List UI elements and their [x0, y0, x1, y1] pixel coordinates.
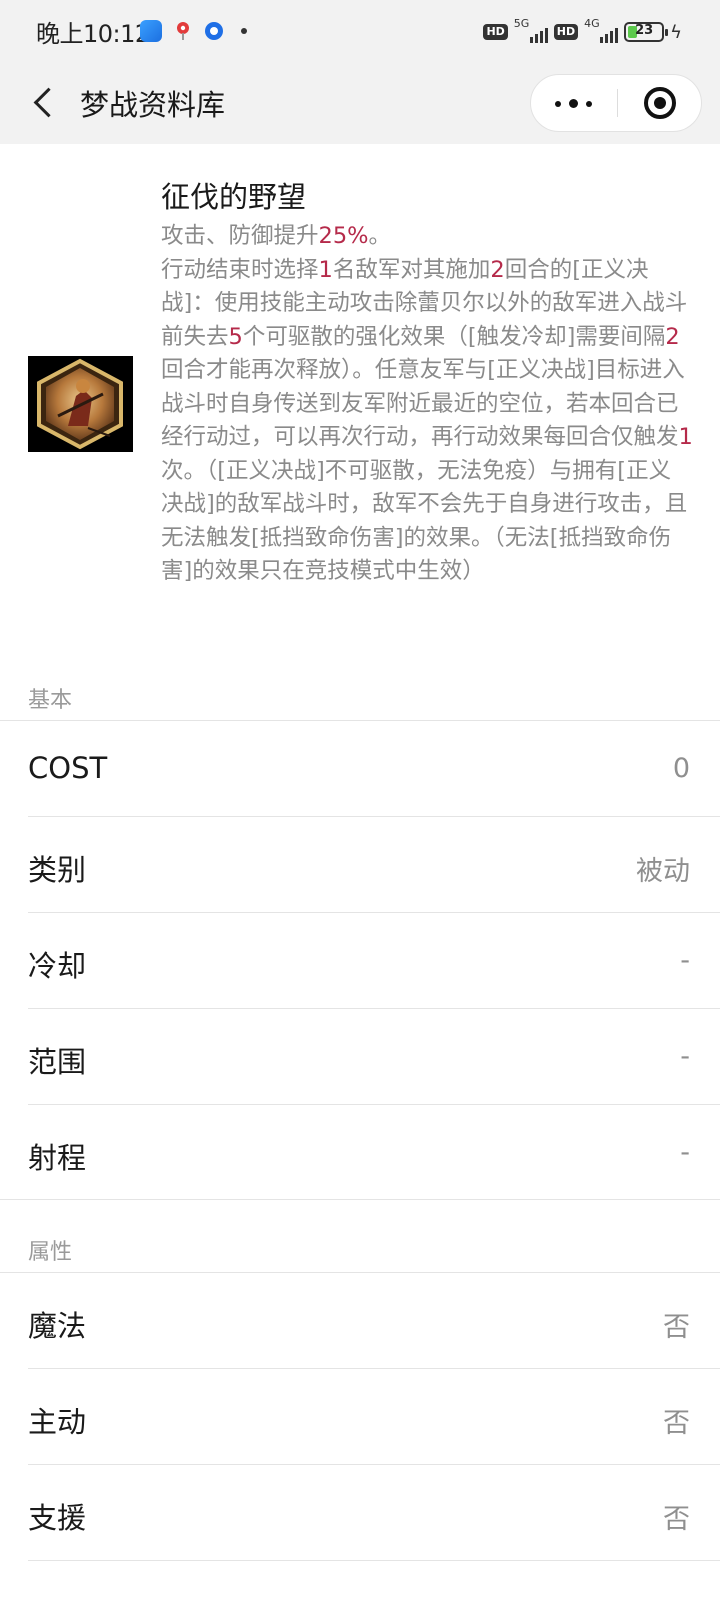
browser-app-icon: [203, 20, 225, 42]
highlight-value: 25%: [318, 223, 369, 249]
hd-icon-2: HD: [553, 24, 579, 40]
charging-bolt-icon: ϟ: [670, 21, 682, 43]
row-value: -: [680, 1041, 690, 1072]
skill-description: 攻击、防御提升25%。 行动结束时选择1名敌军对其施加2回合的[正义决战]：使用…: [161, 220, 693, 589]
row-key: 射程: [28, 1141, 87, 1175]
row-key: 类别: [28, 853, 87, 887]
highlight-value: 1: [318, 256, 333, 283]
description-text: 个可驱散的强化效果（[触发冷却]需要间隔: [242, 323, 666, 350]
section-label-basic: 基本: [28, 688, 73, 713]
row-value: 0: [672, 753, 690, 784]
highlight-value: 2: [490, 256, 505, 283]
hd-icon: HD: [483, 24, 508, 40]
cloud-app-icon: [140, 20, 162, 42]
row-key: 冷却: [28, 949, 87, 983]
divider: [0, 1199, 720, 1200]
skill-icon-image: [28, 356, 133, 452]
row-key: 魔法: [28, 1309, 87, 1343]
row-value: 否: [663, 1504, 690, 1535]
description-text: 攻击、防御提升: [161, 223, 319, 249]
description-text: 回合才能再次释放）。任意友军与[正义决战]目标进入战斗时自身传送到友军附近最近的…: [161, 357, 685, 450]
info-row: 射程 -: [0, 1105, 720, 1202]
status-bar: 晚上10:12 HD 5G HD 4G 23 ϟ: [0, 0, 720, 62]
signal-4g-icon: 4G: [584, 17, 619, 45]
mini-program-capsule: [530, 74, 702, 132]
info-row: 范围 -: [0, 1009, 720, 1106]
skill-name: 征伐的野望: [161, 180, 307, 214]
row-value: 否: [663, 1408, 690, 1439]
info-row: 支援 否: [0, 1465, 720, 1562]
highlight-value: 2: [665, 323, 680, 350]
info-row: 冷却 -: [0, 913, 720, 1010]
row-value: -: [680, 945, 690, 976]
info-row: 魔法 否: [0, 1273, 720, 1370]
row-key: 范围: [28, 1045, 87, 1079]
map-pin-icon: [172, 20, 194, 42]
info-row: COST 0: [0, 721, 720, 818]
row-key: 主动: [28, 1405, 87, 1439]
section-label-attributes: 属性: [28, 1240, 73, 1265]
description-text: 名敌军对其施加: [332, 256, 491, 283]
info-row: 主动 否: [0, 1369, 720, 1466]
row-divider: [28, 1560, 720, 1561]
skill-card: 征伐的野望 攻击、防御提升25%。 行动结束时选择1名敌军对其施加2回合的[正义…: [0, 144, 720, 654]
description-text: 次。（[正义决战]不可驱散，无法免疫）与拥有[正义决战]的敌军战斗时，敌军不会先…: [161, 457, 688, 585]
back-button[interactable]: [24, 80, 68, 124]
battery-icon: 23: [624, 22, 669, 42]
row-value: 被动: [636, 856, 690, 887]
more-notifications-icon: [241, 28, 247, 34]
row-key: COST: [28, 751, 108, 785]
row-value: 否: [663, 1312, 690, 1343]
page-title: 梦战资料库: [80, 88, 226, 122]
status-time: 晚上10:12: [36, 20, 150, 48]
status-indicators: HD 5G HD 4G 23 ϟ: [483, 17, 682, 46]
navigation-bar: 梦战资料库: [0, 62, 720, 144]
info-row: 类别 被动: [0, 817, 720, 914]
signal-5g-icon: 5G: [514, 17, 548, 45]
highlight-value: 5: [228, 323, 243, 350]
close-mini-program-button[interactable]: [618, 75, 702, 131]
row-value: -: [680, 1137, 690, 1168]
row-key: 支援: [28, 1501, 87, 1535]
highlight-value: 1: [678, 424, 693, 450]
more-options-button[interactable]: [531, 75, 617, 131]
